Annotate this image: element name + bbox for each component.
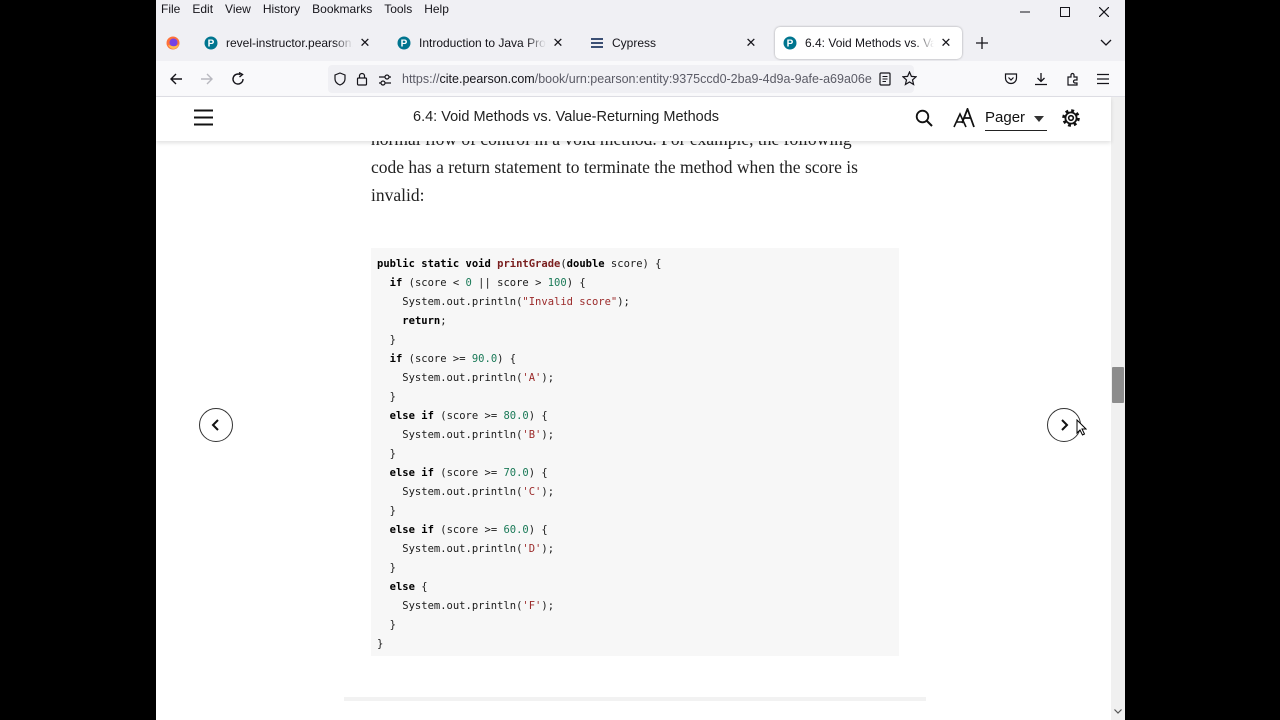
code-listing: public static void printGrade(double sco… [377,258,662,650]
menu-help[interactable]: Help [418,0,455,19]
settings-button[interactable] [1061,108,1081,133]
menu-bar: File Edit View History Bookmarks Tools H… [156,0,1125,19]
tab-close-icon[interactable]: ✕ [938,35,954,51]
tab-void-methods[interactable]: P 6.4: Void Methods vs. Value-Ret ✕ [775,27,962,59]
shield-icon[interactable] [333,72,347,91]
mouse-cursor-icon [1076,418,1088,441]
lock-icon[interactable] [356,72,368,91]
code-block: public static void printGrade(double sco… [371,248,899,656]
svg-text:P: P [787,39,794,50]
url-text[interactable]: https://cite.pearson.com/book/urn:pearso… [402,72,872,86]
menu-tools[interactable]: Tools [378,0,418,19]
tab-close-icon[interactable]: ✕ [550,35,566,51]
url-host: cite.pearson.com [439,72,535,86]
tab-intro-java[interactable]: P Introduction to Java Programmi ✕ [389,27,574,59]
scrollbar-track[interactable] [1111,97,1125,720]
pearson-icon: P [204,36,218,50]
pocket-icon [1004,73,1018,85]
new-tab-button[interactable] [973,34,991,52]
gear-icon [1062,109,1080,127]
list-all-tabs-button[interactable] [1097,34,1115,52]
scrollbar-thumb[interactable] [1112,367,1124,403]
close-icon [1099,7,1109,17]
menu-history[interactable]: History [257,0,306,19]
search-button[interactable] [915,109,933,132]
page-content: normal flow of control in a void method.… [156,97,1125,720]
extensions-button[interactable] [1061,67,1085,91]
tab-title: 6.4: Void Methods vs. Value-Ret [805,36,934,50]
reader-view-icon[interactable] [879,72,891,91]
url-path: /book/urn:pearson:entity:9375ccd0-2ba9-4… [534,72,872,86]
reload-button[interactable] [226,67,250,91]
scroll-down-button[interactable] [1112,705,1124,717]
text-size-button[interactable] [953,106,975,133]
cypress-icon [590,36,604,50]
search-icon [915,109,933,127]
url-bar[interactable]: https://cite.pearson.com/book/urn:pearso… [328,65,918,93]
menu-view[interactable]: View [219,0,257,19]
paragraph-line: invalid: [371,185,425,205]
chevron-down-icon [1114,708,1122,714]
pocket-button[interactable] [999,67,1023,91]
hamburger-icon [194,109,213,126]
reload-icon [232,72,244,85]
paragraph-line: code has a return statement to terminate… [371,157,858,177]
puzzle-icon [1067,72,1078,86]
minimize-icon [1020,11,1030,13]
tab-title: Cypress [612,36,657,50]
tab-cypress[interactable]: Cypress ✕ [582,27,767,59]
tab-title: revel-instructor.pearson.com/id [226,36,353,50]
app-menu-button[interactable] [1091,67,1115,91]
download-icon [1035,73,1047,86]
navigation-toolbar: https://cite.pearson.com/book/urn:pearso… [156,61,1125,97]
menu-file[interactable]: File [156,0,186,19]
tab-title: Introduction to Java Programmi [419,36,546,50]
plus-icon [976,37,988,49]
forward-button[interactable] [195,67,219,91]
browser-window: File Edit View History Bookmarks Tools H… [156,0,1125,720]
back-arrow-icon [170,73,182,85]
hamburger-icon [1097,73,1109,85]
table-of-contents-button[interactable] [194,109,213,131]
back-button[interactable] [164,67,188,91]
text-size-icon [953,106,975,128]
forward-arrow-icon [201,73,213,85]
article-footer [344,697,926,701]
svg-text:P: P [208,39,215,50]
pearson-icon: P [783,36,797,50]
previous-page-button[interactable] [199,408,233,442]
url-prefix: https:// [402,72,440,86]
firefox-icon[interactable] [166,36,180,50]
page-title: 6.4: Void Methods vs. Value-Returning Me… [413,109,720,125]
pearson-icon: P [397,36,411,50]
chevron-right-icon [1061,419,1069,431]
downloads-button[interactable] [1029,67,1053,91]
caret-down-icon [1034,116,1044,122]
tab-strip: P revel-instructor.pearson.com/id ✕ P In… [156,19,1125,61]
tab-close-icon[interactable]: ✕ [357,35,373,51]
chevron-down-icon [1100,39,1112,46]
view-mode-select[interactable]: Pager [985,105,1047,131]
svg-text:P: P [401,39,408,50]
tab-close-icon[interactable]: ✕ [743,35,759,51]
tab-revel-instructor[interactable]: P revel-instructor.pearson.com/id ✕ [196,27,381,59]
view-mode-value: Pager [985,109,1026,126]
reader-header: 6.4: Void Methods vs. Value-Returning Me… [156,97,1111,141]
permissions-icon[interactable] [378,73,392,91]
menu-edit[interactable]: Edit [186,0,219,19]
menu-bookmarks[interactable]: Bookmarks [306,0,378,19]
bookmark-star-icon[interactable] [901,70,918,91]
chevron-left-icon [211,419,219,431]
maximize-icon [1060,7,1070,17]
